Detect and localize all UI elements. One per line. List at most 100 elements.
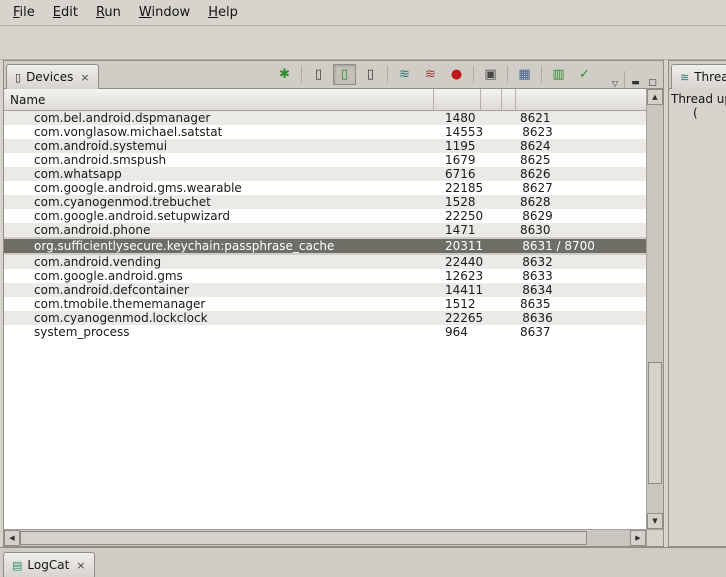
cell-port: 8636 (518, 311, 646, 325)
column-header-empty[interactable] (481, 89, 502, 110)
threads-icon: ≋ (680, 71, 689, 84)
scroll-right-button[interactable]: ▶ (630, 530, 646, 546)
close-icon[interactable]: × (76, 559, 85, 572)
cell-port: 8635 (516, 297, 646, 311)
scroll-down-button[interactable]: ▼ (647, 513, 663, 529)
column-header-empty[interactable] (502, 89, 516, 110)
systrace-icon[interactable]: ✓ (573, 64, 596, 85)
cell-name: org.sufficientlysecure.keychain:passphra… (4, 239, 434, 253)
column-header-pid[interactable] (434, 89, 481, 110)
tab-devices-label: Devices (26, 70, 73, 84)
update-threads-icon[interactable]: ≋ (393, 64, 416, 85)
table-row[interactable]: com.google.android.gms126238633 (4, 269, 646, 283)
cell-pid: 1528 (434, 195, 481, 209)
menu-item-window[interactable]: Window (130, 1, 199, 24)
table-row[interactable]: com.cyanogenmod.lockclock222658636 (4, 311, 646, 325)
cell-port: 8632 (518, 255, 646, 269)
cell-name: com.bel.android.dspmanager (4, 111, 434, 125)
cell-pid: 12623 (434, 269, 483, 283)
table-row[interactable]: com.android.systemui11958624 (4, 139, 646, 153)
table-row[interactable]: com.whatsapp67168626 (4, 167, 646, 181)
screen-record-icon[interactable]: ▦ (513, 64, 536, 85)
vertical-scrollbar[interactable]: ▲ ▼ (646, 89, 663, 529)
toolbar-separator (507, 66, 508, 83)
horizontal-scroll-track[interactable] (20, 530, 630, 546)
close-icon[interactable]: × (80, 71, 89, 84)
minimize-icon[interactable]: ▬ (627, 78, 644, 88)
table-row[interactable]: com.cyanogenmod.trebuchet1528 8628 (4, 195, 646, 209)
cell-port: 8630 (516, 223, 646, 237)
screen-capture-icon[interactable]: ▣ (479, 64, 502, 85)
table-row[interactable]: com.bel.android.dspmanager14808621 (4, 111, 646, 125)
cell-pid: 1471 (434, 223, 481, 237)
devices-tab-bar: ▯ Devices × ✱▯▯▯≋≋●▣▦▥✓ ▽ ▬ □ (4, 61, 663, 89)
menu-item-help[interactable]: Help (199, 1, 247, 24)
toolbar-strip (0, 26, 726, 60)
table-row[interactable]: com.android.smspush16798625 (4, 153, 646, 167)
cell-name: com.google.android.setupwizard (4, 209, 434, 223)
dump-hprof-icon[interactable]: ▯ (333, 64, 356, 85)
cell-name: com.android.smspush (4, 153, 434, 167)
cell-name: com.android.systemui (4, 139, 434, 153)
table-row[interactable]: com.android.defcontainer144118634 (4, 283, 646, 297)
column-header-port[interactable] (516, 89, 646, 110)
cell-pid: 1512 (434, 297, 481, 311)
main-area: ▯ Devices × ✱▯▯▯≋≋●▣▦▥✓ ▽ ▬ □ Name (0, 60, 726, 547)
vertical-scroll-thumb[interactable] (648, 362, 662, 484)
stop-process-icon[interactable]: ● (445, 64, 468, 85)
process-table-rows: com.bel.android.dspmanager14808621com.vo… (4, 111, 646, 339)
table-row[interactable]: com.android.phone14718630 (4, 223, 646, 237)
threads-view: ≋ Threads Thread up ( (668, 60, 726, 547)
toolbar-separator (624, 71, 625, 88)
menu-item-file[interactable]: File (4, 1, 44, 24)
tab-logcat[interactable]: ▤ LogCat × (3, 552, 95, 577)
start-profiling-icon[interactable]: ≋ (419, 64, 442, 85)
table-row[interactable]: com.google.android.setupwizard222508629 (4, 209, 646, 223)
table-row[interactable]: com.tmobile.thememanager1512 8635 (4, 297, 646, 311)
tab-threads[interactable]: ≋ Threads (671, 64, 726, 89)
vertical-scroll-track[interactable] (647, 105, 663, 513)
devices-view: ▯ Devices × ✱▯▯▯≋≋●▣▦▥✓ ▽ ▬ □ Name (3, 60, 664, 547)
menu-item-run[interactable]: Run (87, 1, 130, 24)
view-menu-chevron-icon[interactable]: ▽ (608, 79, 622, 88)
cell-port: 8626 (516, 167, 646, 181)
cell-port: 8633 (518, 269, 646, 283)
table-row[interactable]: system_process9648637 (4, 325, 646, 339)
horizontal-scrollbar[interactable]: ◀ ▶ (4, 529, 663, 546)
toolbar-separator (473, 66, 474, 83)
toolbar-separator (301, 66, 302, 83)
table-row[interactable]: com.android.vending22440 8632 (4, 255, 646, 269)
column-header-name[interactable]: Name (4, 89, 434, 110)
cell-name: system_process (4, 325, 434, 339)
cause-gc-icon[interactable]: ▯ (359, 64, 382, 85)
table-header-row: Name (4, 89, 646, 111)
scroll-left-button[interactable]: ◀ (4, 530, 20, 546)
cell-name: com.tmobile.thememanager (4, 297, 434, 311)
horizontal-scroll-thumb[interactable] (20, 531, 587, 545)
table-row[interactable]: org.sufficientlysecure.keychain:passphra… (4, 237, 646, 255)
scroll-up-button[interactable]: ▲ (647, 89, 663, 105)
table-row[interactable]: com.vonglasow.michael.satstat145538623 (4, 125, 646, 139)
cell-name: com.google.android.gms.wearable (4, 181, 434, 195)
cell-name: com.cyanogenmod.lockclock (4, 311, 434, 325)
cell-name: com.vonglasow.michael.satstat (4, 125, 434, 139)
cell-port: 8628 (516, 195, 646, 209)
threads-message-line2: ( (671, 106, 724, 120)
scrollbar-corner (646, 530, 663, 546)
maximize-icon[interactable]: □ (644, 78, 661, 88)
cell-pid: 1480 (434, 111, 481, 125)
threads-tab-bar: ≋ Threads (669, 61, 726, 89)
update-heap-icon[interactable]: ▯ (307, 64, 330, 85)
table-row[interactable]: com.google.android.gms.wearable221858627 (4, 181, 646, 195)
tab-devices[interactable]: ▯ Devices × (6, 64, 99, 89)
cell-pid: 22185 (434, 181, 483, 195)
cell-pid: 22440 (434, 255, 483, 269)
menu-item-edit[interactable]: Edit (44, 1, 87, 24)
hierarchy-columns-icon[interactable]: ▥ (547, 64, 570, 85)
debug-process-icon[interactable]: ✱ (273, 64, 296, 85)
cell-name: com.cyanogenmod.trebuchet (4, 195, 434, 209)
cell-name: com.android.vending (4, 255, 434, 269)
toolbar-separator (387, 66, 388, 83)
bottom-view-bar: ▤ LogCat × (0, 547, 726, 577)
cell-port: 8631 / 8700 (518, 239, 646, 253)
